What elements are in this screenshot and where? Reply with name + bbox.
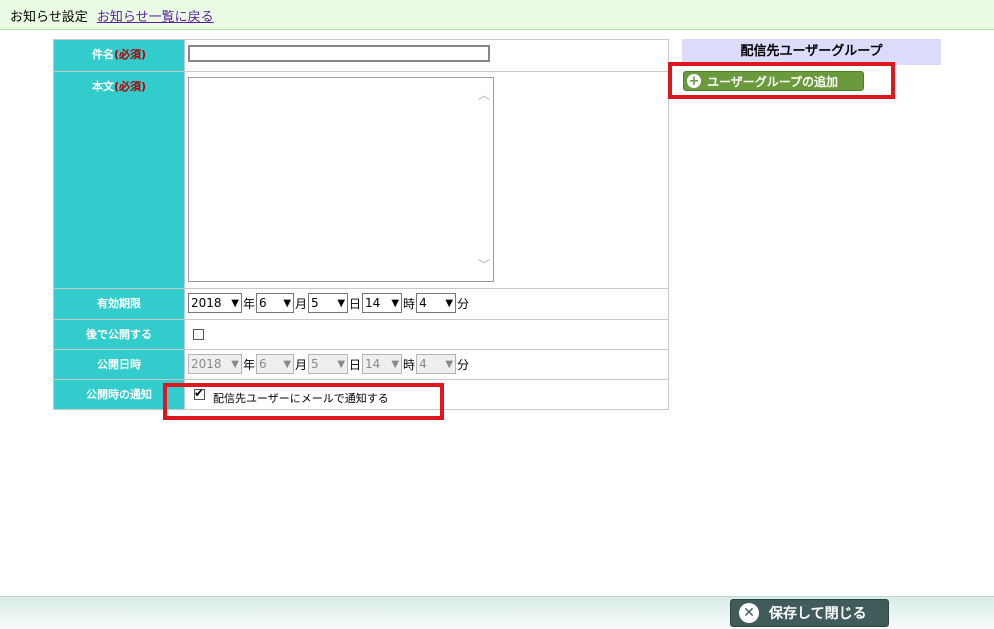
notice-form: 件名(必須) 本文(必須) ︿ ﹀ 有効期限 2018 ▼ 年 6 ▼ 月 5 …	[53, 39, 669, 410]
chevron-down-icon: ▼	[391, 297, 400, 309]
required-mark: (必須)	[113, 48, 147, 61]
valid-until-datetime: 2018 ▼ 年 6 ▼ 月 5 ▼ 日 14 ▼ 時 4 ▼ 分	[188, 291, 665, 315]
chevron-down-icon: ▼	[231, 297, 239, 309]
subject-input[interactable]	[188, 45, 490, 62]
publish-hour-select: 14 ▼	[362, 354, 403, 374]
publish-at-datetime: 2018 ▼ 年 6 ▼ 月 5 ▼ 日 14 ▼ 時 4 ▼ 分	[188, 352, 665, 376]
required-mark: (必須)	[113, 80, 147, 93]
back-to-list-link[interactable]: お知らせ一覧に戻る	[97, 10, 214, 25]
top-bar: お知らせ設定 お知らせ一覧に戻る	[0, 0, 994, 30]
valid-year-select[interactable]: 2018 ▼	[188, 293, 242, 313]
close-icon: ✕	[739, 603, 759, 623]
chevron-down-icon: ▼	[391, 358, 400, 370]
subject-label: 件名(必須)	[53, 39, 185, 72]
valid-hour-select[interactable]: 14 ▼	[362, 293, 403, 313]
chevron-down-icon: ▼	[337, 358, 346, 370]
chevron-down-icon: ▼	[445, 297, 454, 309]
chevron-down-icon: ▼	[283, 297, 292, 309]
publish-year-select: 2018 ▼	[188, 354, 242, 374]
publish-at-label: 公開日時	[53, 349, 185, 380]
chevron-down-icon: ▼	[283, 358, 292, 370]
page-title: お知らせ設定	[10, 10, 88, 25]
body-label: 本文(必須)	[53, 71, 185, 289]
chevron-down-icon: ▼	[337, 297, 346, 309]
valid-day-select[interactable]: 5 ▼	[308, 293, 349, 313]
valid-until-label: 有効期限	[53, 288, 185, 320]
publish-minute-select: 4 ▼	[416, 354, 457, 374]
valid-month-select[interactable]: 6 ▼	[256, 293, 295, 313]
valid-minute-select[interactable]: 4 ▼	[416, 293, 457, 313]
save-and-close-button[interactable]: ✕ 保存して閉じる	[730, 599, 889, 627]
scroll-up-icon[interactable]: ︿	[477, 86, 491, 103]
publish-day-select: 5 ▼	[308, 354, 349, 374]
scroll-down-icon[interactable]: ﹀	[477, 256, 491, 273]
publish-month-select: 6 ▼	[256, 354, 295, 374]
chevron-down-icon: ▼	[445, 358, 454, 370]
body-textarea[interactable]: ︿ ﹀	[188, 77, 494, 282]
textarea-scrollbar[interactable]: ︿ ﹀	[477, 86, 491, 273]
highlight-box	[163, 383, 444, 420]
chevron-down-icon: ▼	[231, 358, 239, 370]
publish-later-label: 後で公開する	[53, 319, 185, 350]
highlight-box	[668, 62, 895, 99]
publish-later-checkbox[interactable]	[193, 329, 204, 340]
